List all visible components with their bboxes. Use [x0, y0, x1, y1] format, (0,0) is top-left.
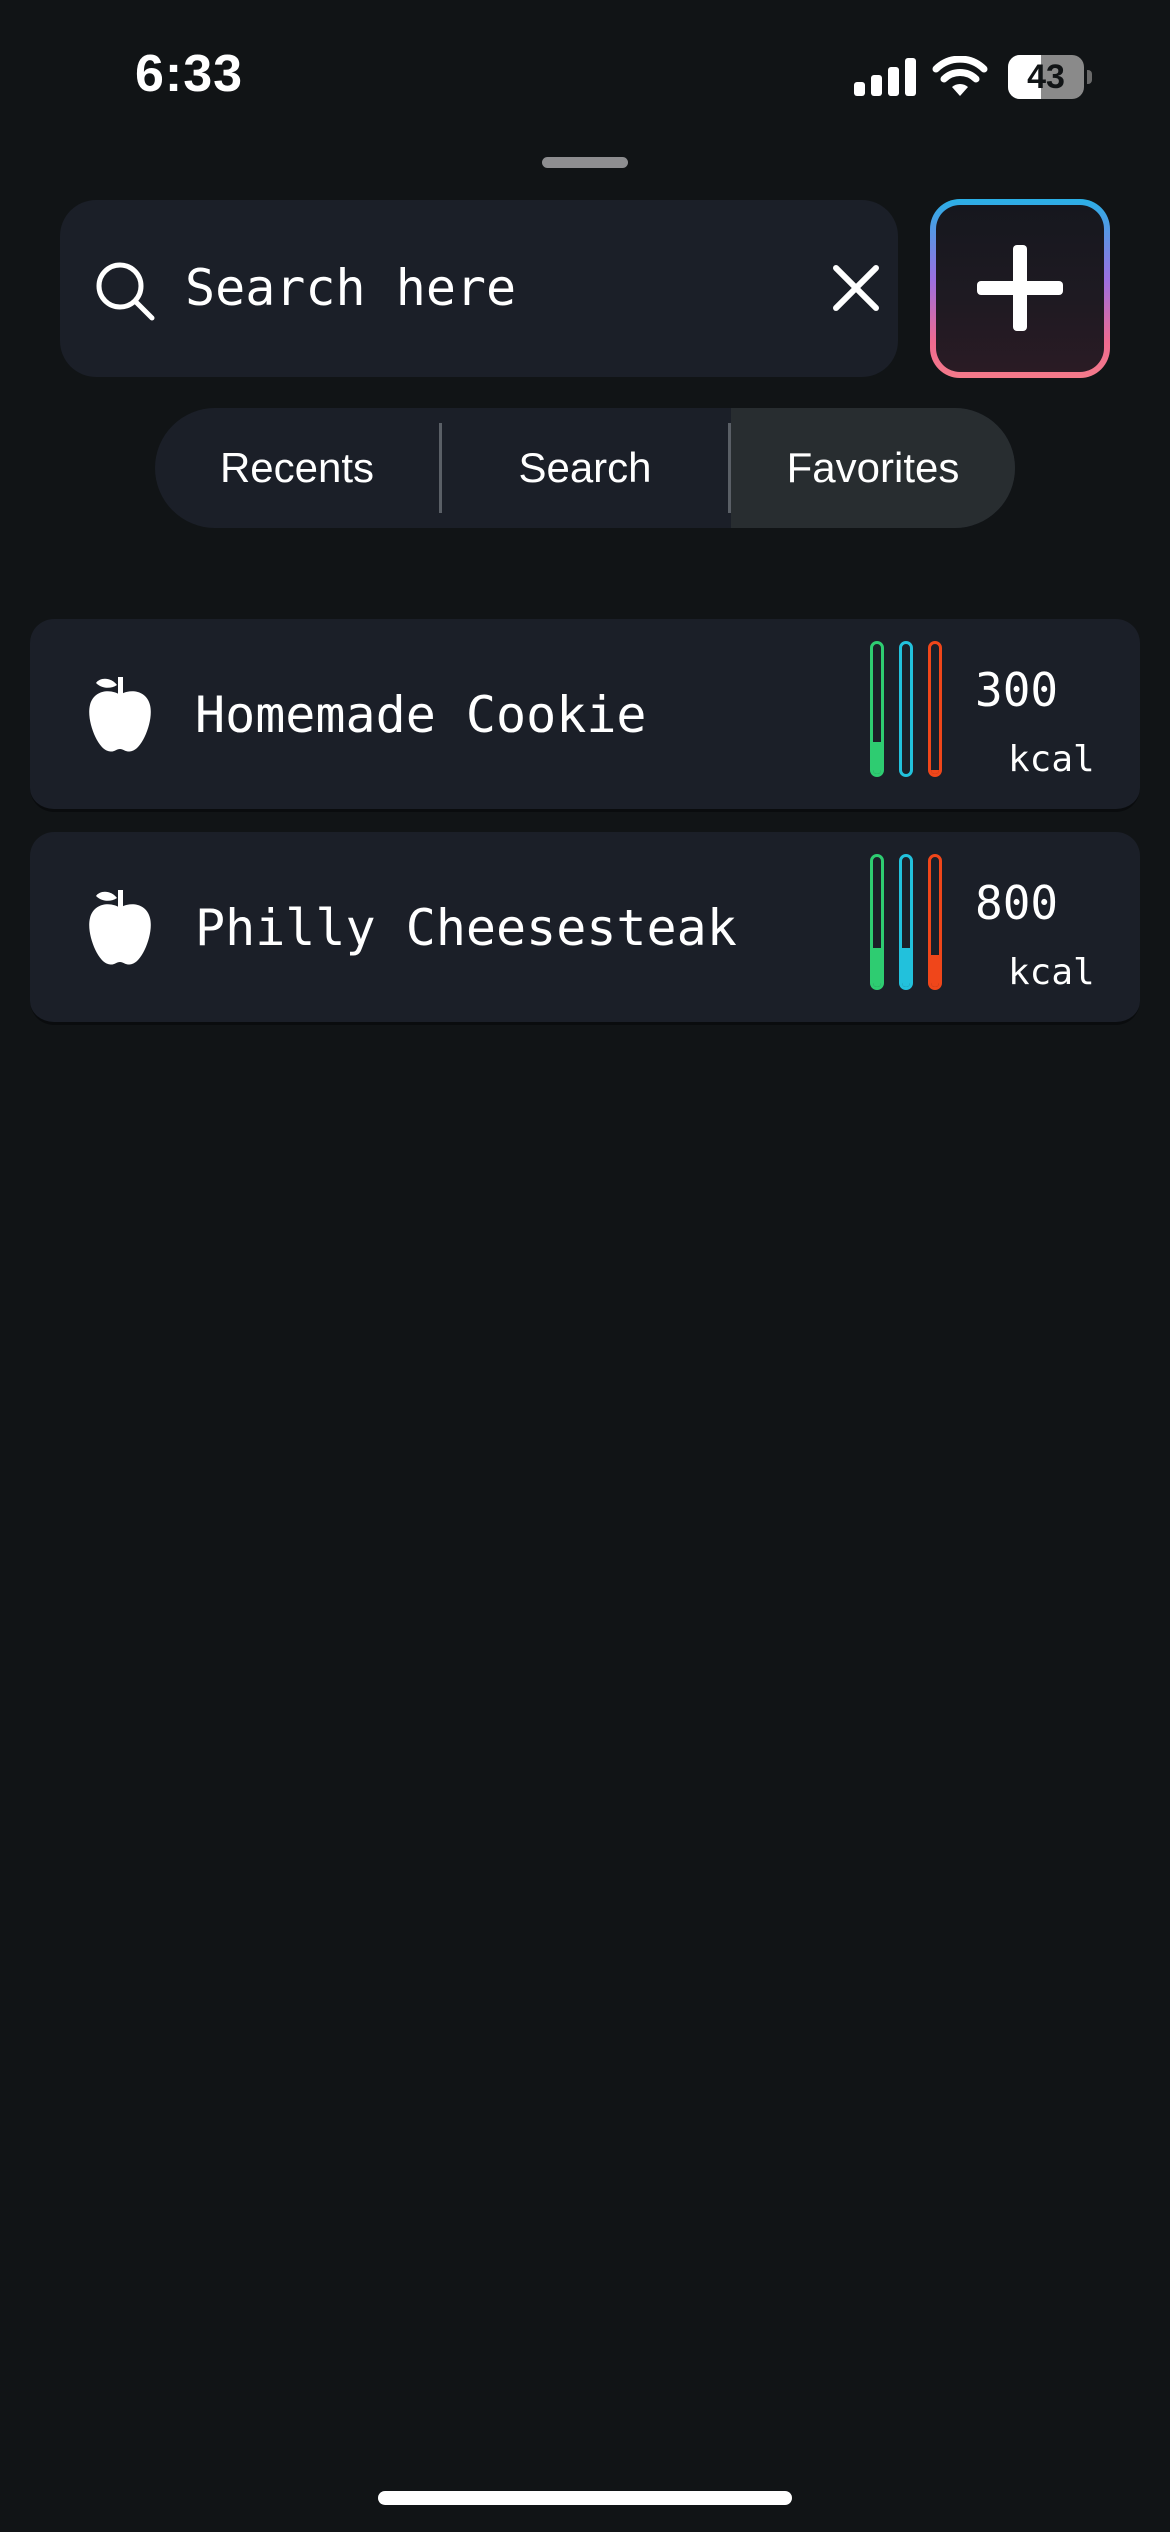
- apple-icon: [89, 890, 151, 965]
- macro-bar-green: [870, 641, 884, 777]
- status-bar: 6:33 43: [0, 0, 1170, 150]
- macro-bar-green: [870, 854, 884, 990]
- add-button-inner: [936, 205, 1104, 372]
- search-bar[interactable]: [60, 200, 898, 377]
- macro-fill: [873, 948, 881, 987]
- macro-fill: [931, 954, 939, 987]
- macro-fill: [931, 770, 939, 774]
- food-list-item[interactable]: Homemade Cookie 300 kcal: [30, 619, 1140, 812]
- battery-tip: [1087, 70, 1092, 84]
- macro-bar-orange: [928, 854, 942, 990]
- segmented-tabs: Recents Search Favorites: [155, 408, 1015, 528]
- wifi-icon: [932, 56, 988, 96]
- kcal-unit: kcal: [1008, 739, 1095, 780]
- tab-recents[interactable]: Recents: [155, 408, 439, 528]
- battery-icon: 43: [1008, 55, 1084, 99]
- signal-icon: [854, 58, 916, 96]
- food-name: Philly Cheesesteak: [195, 899, 737, 957]
- food-list-item[interactable]: Philly Cheesesteak 800 kcal: [30, 832, 1140, 1025]
- macro-fill: [873, 741, 881, 774]
- home-indicator[interactable]: [378, 2491, 792, 2505]
- sheet-grabber[interactable]: [542, 157, 628, 168]
- kcal-unit: kcal: [1008, 952, 1095, 993]
- kcal-value: 800: [975, 876, 1059, 930]
- food-name: Homemade Cookie: [195, 686, 647, 744]
- add-food-button[interactable]: [930, 199, 1110, 378]
- search-icon: [96, 262, 155, 321]
- tab-favorites[interactable]: Favorites: [731, 408, 1015, 528]
- battery-level: 43: [1027, 58, 1065, 96]
- macro-bar-cyan: [899, 854, 913, 990]
- macro-bar-cyan: [899, 641, 913, 777]
- search-input[interactable]: [185, 250, 805, 326]
- kcal-value: 300: [975, 663, 1059, 717]
- status-time: 6:33: [135, 45, 244, 103]
- macro-bar-orange: [928, 641, 942, 777]
- close-icon[interactable]: [830, 262, 882, 314]
- macro-fill: [902, 948, 910, 987]
- plus-icon: [977, 245, 1063, 331]
- tab-search[interactable]: Search: [442, 408, 728, 528]
- apple-icon: [89, 677, 151, 752]
